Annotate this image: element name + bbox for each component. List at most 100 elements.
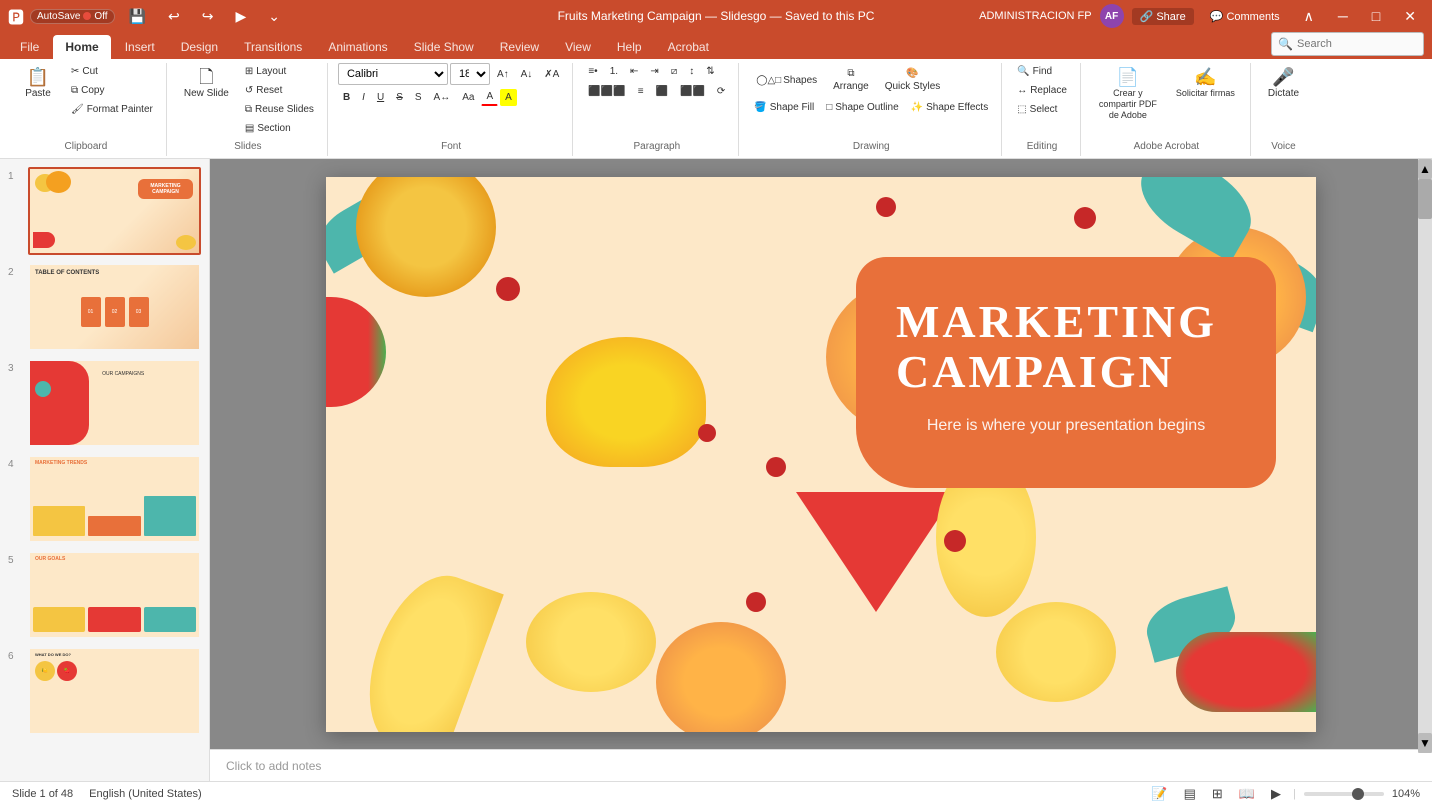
find-button[interactable]: 🔍 Find	[1012, 63, 1057, 80]
slide-img-6[interactable]: WHAT DO WE DO? 🍋 🍓	[28, 647, 201, 735]
align-left-button[interactable]: ⬛⬛⬛	[583, 83, 630, 100]
slide-thumb-1[interactable]: 1 MARKETINGCAMPAIGN	[8, 167, 201, 255]
notes-toggle[interactable]: 📝	[1147, 784, 1171, 804]
ribbon-collapse[interactable]: ∧	[1296, 6, 1322, 27]
tab-insert[interactable]: Insert	[113, 35, 167, 59]
slide-main[interactable]: MARKETING CAMPAIGN Here is where your pr…	[326, 177, 1316, 732]
quick-styles-button[interactable]: 🎨 Quick Styles	[878, 63, 948, 97]
new-slide-button[interactable]: 🗋 New Slide	[177, 63, 236, 104]
slide-img-1[interactable]: MARKETINGCAMPAIGN	[28, 167, 201, 255]
undo-button[interactable]: ↩	[160, 6, 188, 27]
customize-qat[interactable]: ⌄	[260, 6, 288, 27]
slide-img-2[interactable]: TABLE OF CONTENTS 01 02 03	[28, 263, 201, 351]
maximize-button[interactable]: □	[1364, 6, 1388, 26]
slide-thumb-4[interactable]: 4 MARKETING TRENDS	[8, 455, 201, 543]
create-pdf-button[interactable]: 📄 Crear y compartir PDF de Adobe	[1091, 63, 1165, 125]
share-button[interactable]: 🔗 Share	[1132, 8, 1194, 25]
align-center-button[interactable]: ≡	[633, 83, 649, 100]
bullets-button[interactable]: ≡•	[583, 63, 602, 80]
slide-thumb-2[interactable]: 2 TABLE OF CONTENTS 01 02 03	[8, 263, 201, 351]
slide-thumb-6[interactable]: 6 WHAT DO WE DO? 🍋 🍓	[8, 647, 201, 735]
strikethrough-button[interactable]: S	[391, 89, 408, 106]
search-input[interactable]	[1297, 38, 1417, 50]
slide-img-5[interactable]: OUR GOALS	[28, 551, 201, 639]
increase-font-button[interactable]: A↑	[492, 66, 514, 83]
numbering-button[interactable]: 1.	[605, 63, 623, 80]
decrease-font-button[interactable]: A↓	[516, 66, 538, 83]
replace-button[interactable]: ↔ Replace	[1012, 82, 1072, 99]
tab-help[interactable]: Help	[605, 35, 654, 59]
save-button[interactable]: 💾	[121, 6, 154, 27]
smartart-convert-button[interactable]: ⟳	[712, 83, 730, 100]
shape-fill-button[interactable]: 🪣 Shape Fill	[749, 99, 819, 116]
present-button[interactable]: ▶	[227, 6, 254, 27]
autosave-toggle[interactable]: AutoSave Off	[30, 9, 115, 24]
minimize-button[interactable]: ─	[1330, 6, 1356, 26]
slide-img-4[interactable]: MARKETING TRENDS	[28, 455, 201, 543]
view-slideshow[interactable]: ▶	[1267, 784, 1285, 804]
columns-button[interactable]: ⧄	[666, 63, 682, 80]
underline-button[interactable]: U	[372, 89, 389, 106]
zoom-slider[interactable]	[1304, 792, 1384, 796]
italic-button[interactable]: I	[357, 89, 370, 106]
shape-outline-button[interactable]: □ Shape Outline	[821, 99, 903, 116]
ribbon-search-bar[interactable]: 🔍	[1271, 32, 1424, 56]
close-button[interactable]: ✕	[1396, 6, 1424, 27]
increase-indent-button[interactable]: ⇥	[645, 63, 663, 80]
comments-button[interactable]: 💬 Comments	[1202, 8, 1288, 25]
font-family-select[interactable]: Calibri	[338, 63, 448, 85]
dictate-button[interactable]: 🎤 Dictate	[1261, 63, 1306, 104]
zoom-thumb[interactable]	[1352, 788, 1364, 800]
shadow-button[interactable]: S‌	[410, 89, 427, 106]
cut-button[interactable]: ✂ Cut	[66, 63, 158, 80]
arrange-button[interactable]: ⧉ Arrange	[826, 63, 876, 97]
line-spacing-button[interactable]: ↕	[684, 63, 699, 80]
decrease-indent-button[interactable]: ⇤	[625, 63, 643, 80]
reuse-slides-button[interactable]: ⧉ Reuse Slides	[240, 101, 319, 118]
tab-design[interactable]: Design	[169, 35, 230, 59]
view-reading[interactable]: 📖	[1235, 784, 1259, 804]
tab-slideshow[interactable]: Slide Show	[402, 35, 486, 59]
char-spacing-button[interactable]: A↔	[429, 89, 456, 106]
tab-animations[interactable]: Animations	[316, 35, 399, 59]
font-size-select[interactable]: 18	[450, 63, 490, 85]
layout-button[interactable]: ⊞ Layout	[240, 63, 319, 80]
bold-button[interactable]: B	[338, 89, 355, 106]
select-button[interactable]: ⬚ Select	[1012, 101, 1062, 118]
tab-transitions[interactable]: Transitions	[232, 35, 314, 59]
text-direction-button[interactable]: ⇅	[701, 63, 719, 80]
group-paragraph: ≡• 1. ⇤ ⇥ ⧄ ↕ ⇅ ⬛⬛⬛ ≡ ⬛ ⬛⬛ ⟳ Paragraph	[575, 63, 739, 156]
justify-button[interactable]: ⬛⬛	[675, 83, 710, 100]
request-sig-button[interactable]: ✍ Solicitar firmas	[1169, 63, 1242, 103]
tab-view[interactable]: View	[553, 35, 603, 59]
copy-button[interactable]: ⧉ Copy	[66, 82, 158, 99]
font-color-button[interactable]: A	[481, 88, 498, 106]
slide-thumb-5[interactable]: 5 OUR GOALS	[8, 551, 201, 639]
mini-title-1: MARKETINGCAMPAIGN	[138, 179, 193, 199]
avatar[interactable]: AF	[1100, 4, 1124, 28]
highlight-button[interactable]: A	[500, 89, 517, 106]
tab-review[interactable]: Review	[488, 35, 551, 59]
slide-thumb-3[interactable]: 3 OUR CAMPAIGNS	[8, 359, 201, 447]
change-case-button[interactable]: Aa	[457, 89, 479, 106]
shape-effects-button[interactable]: ✨ Shape Effects	[906, 99, 994, 116]
reset-button[interactable]: ↺ Reset	[240, 82, 319, 99]
section-button[interactable]: ▤ Section	[240, 120, 319, 137]
paste-button[interactable]: 📋 Paste	[14, 63, 62, 104]
view-slidesorter[interactable]: ⊞	[1208, 784, 1227, 804]
view-normal[interactable]: ▤	[1180, 784, 1200, 804]
title-bar-right: ADMINISTRACION FP AF 🔗 Share 💬 Comments …	[979, 4, 1424, 28]
tab-acrobat[interactable]: Acrobat	[656, 35, 721, 59]
shapes-button[interactable]: ◯△□ Shapes	[749, 70, 824, 91]
redo-button[interactable]: ↪	[194, 6, 222, 27]
tab-home[interactable]: Home	[53, 35, 110, 59]
scroll-v[interactable]: ▲ ▼	[1418, 159, 1432, 753]
tab-file[interactable]: File	[8, 35, 51, 59]
slide-img-3[interactable]: OUR CAMPAIGNS	[28, 359, 201, 447]
align-right-button[interactable]: ⬛	[651, 83, 673, 100]
title-box[interactable]: MARKETING CAMPAIGN Here is where your pr…	[856, 257, 1276, 488]
clear-format-button[interactable]: ✗A	[539, 66, 564, 83]
format-painter-button[interactable]: 🖌 Format Painter	[66, 101, 158, 118]
slide-canvas-wrap[interactable]: MARKETING CAMPAIGN Here is where your pr…	[210, 159, 1432, 749]
notes-bar[interactable]: Click to add notes	[210, 749, 1432, 781]
